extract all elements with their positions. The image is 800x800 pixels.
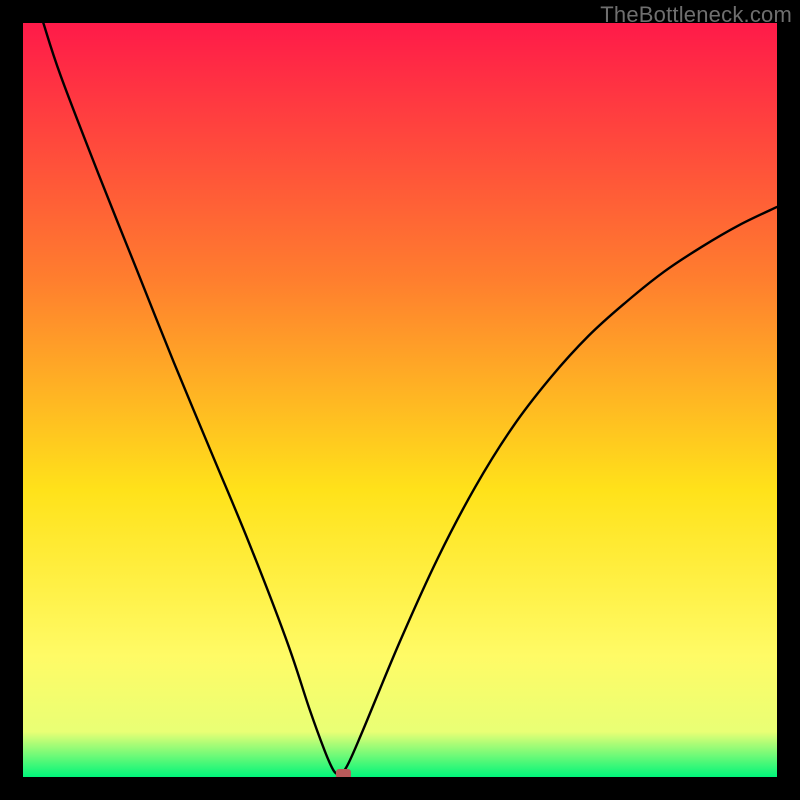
plot-svg (23, 23, 777, 777)
minimum-marker (336, 769, 351, 777)
chart-frame: TheBottleneck.com (0, 0, 800, 800)
watermark-text: TheBottleneck.com (600, 2, 792, 28)
gradient-background (23, 23, 777, 777)
plot-area (23, 23, 777, 777)
